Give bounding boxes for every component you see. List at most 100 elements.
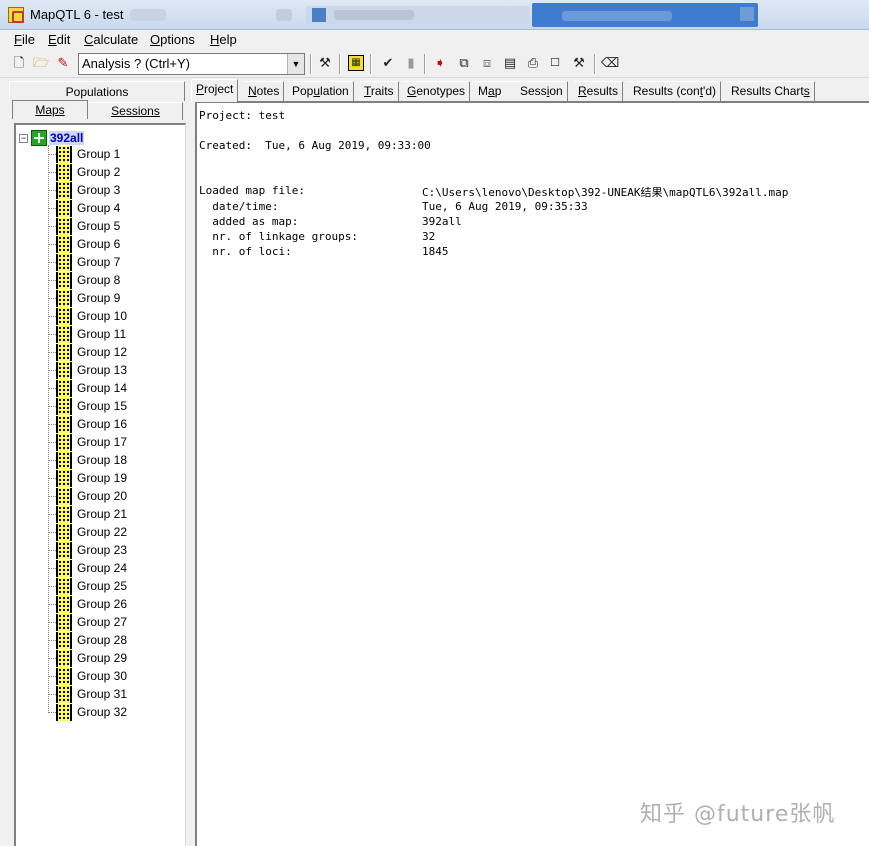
blurred-taskbar-item	[306, 6, 530, 24]
tree-group-item[interactable]: Group 11	[48, 325, 126, 343]
tree-group-item[interactable]: Group 28	[48, 631, 127, 649]
tree-connector	[48, 603, 56, 605]
table-icon[interactable]: ▤	[502, 55, 518, 71]
tree-connector	[48, 495, 56, 497]
tree-connector	[48, 243, 56, 245]
tree-group-item[interactable]: Group 31	[48, 685, 127, 703]
tree-group-label: Group 16	[77, 417, 128, 431]
tree-group-item[interactable]: Group 32	[48, 703, 127, 721]
disabled-tool-icon[interactable]: ▮	[403, 55, 419, 71]
paste-icon[interactable]: ⧈	[479, 55, 495, 71]
tree-group-item[interactable]: Group 14	[48, 379, 127, 397]
tab-populations[interactable]: Populations	[9, 81, 185, 101]
export-icon[interactable]: ➧	[432, 55, 448, 71]
linkage-group-icon	[56, 649, 72, 667]
tree-group-label: Group 19	[77, 471, 128, 485]
tree-group-item[interactable]: Group 20	[48, 487, 127, 505]
analysis-settings-icon[interactable]: ✎	[55, 55, 71, 71]
map-tree[interactable]: − 392all Group 1 Group 2 Group 3 Group 4 Gro…	[14, 123, 186, 846]
tree-group-item[interactable]: Group 18	[48, 451, 127, 469]
title-bar[interactable]: MapQTL 6 - test	[0, 0, 869, 30]
tree-group-item[interactable]: Group 1	[48, 145, 120, 163]
tree-group-item[interactable]: Group 30	[48, 667, 127, 685]
tree-group-label: Group 18	[77, 453, 128, 467]
calculate-icon[interactable]: ▦	[348, 55, 364, 71]
copy-icon[interactable]: ⧉	[456, 55, 472, 71]
tree-group-item[interactable]: Group 23	[48, 541, 127, 559]
menu-help[interactable]: Help	[208, 32, 239, 47]
tree-connector	[48, 477, 56, 479]
open-folder-icon[interactable]: 🗁	[33, 55, 49, 71]
tab-traits[interactable]: Traits	[360, 81, 399, 101]
tree-group-label: Group 27	[77, 615, 128, 629]
tab-notes[interactable]: Notes	[244, 81, 285, 101]
tree-group-item[interactable]: Group 16	[48, 415, 127, 433]
tree-group-item[interactable]: Group 24	[48, 559, 127, 577]
new-file-icon[interactable]: 🗋	[11, 55, 27, 71]
print-icon[interactable]: ⎙	[525, 55, 541, 71]
options-tools-icon[interactable]: ⚒	[571, 55, 587, 71]
tree-group-item[interactable]: Group 25	[48, 577, 127, 595]
project-content[interactable]: Project: test Created: Tue, 6 Aug 2019, …	[195, 101, 869, 846]
tab-population[interactable]: Population	[288, 81, 354, 101]
tree-group-item[interactable]: Group 10	[48, 307, 127, 325]
tab-results-contd[interactable]: Results (cont'd)	[629, 81, 722, 101]
blurred-taskbar-icon	[740, 7, 754, 21]
tree-connector	[48, 333, 56, 335]
menu-edit[interactable]: Edit	[46, 32, 72, 47]
tree-group-item[interactable]: Group 26	[48, 595, 127, 613]
tab-maps[interactable]: Maps	[12, 100, 88, 119]
tree-connector	[48, 441, 56, 443]
tree-group-item[interactable]: Group 17	[48, 433, 127, 451]
tree-group-item[interactable]: Group 9	[48, 289, 120, 307]
linkage-group-icon	[56, 181, 72, 199]
tree-group-item[interactable]: Group 22	[48, 523, 127, 541]
tree-group-item[interactable]: Group 12	[48, 343, 127, 361]
tab-results[interactable]: Results	[574, 81, 624, 101]
menu-calculate[interactable]: Calculate	[82, 32, 140, 47]
eraser-icon[interactable]: ⌫	[601, 55, 619, 71]
tree-group-label: Group 28	[77, 633, 128, 647]
tree-group-item[interactable]: Group 5	[48, 217, 120, 235]
linkage-group-icon	[56, 271, 72, 289]
tree-group-label: Group 29	[77, 651, 128, 665]
tree-group-label: Group 24	[77, 561, 128, 575]
tree-root[interactable]: − 392all	[19, 130, 85, 146]
linkage-group-icon	[56, 613, 72, 631]
hammer-tools-icon[interactable]: ⚒	[317, 55, 333, 71]
tab-map[interactable]: Map	[474, 81, 519, 101]
linkage-group-icon	[56, 163, 72, 181]
tree-group-label: Group 20	[77, 489, 128, 503]
tree-group-item[interactable]: Group 6	[48, 235, 120, 253]
analysis-select[interactable]: Analysis ? (Ctrl+Y) ▼	[78, 53, 305, 75]
chevron-down-icon[interactable]: ▼	[287, 54, 304, 74]
tree-group-item[interactable]: Group 13	[48, 361, 127, 379]
linkage-group-icon	[56, 379, 72, 397]
menu-file[interactable]: File	[12, 32, 37, 47]
tab-genotypes[interactable]: Genotypes	[403, 81, 471, 101]
tab-results-charts[interactable]: Results Charts	[727, 81, 815, 101]
linkage-group-icon	[56, 505, 72, 523]
tree-group-item[interactable]: Group 27	[48, 613, 127, 631]
linkage-group-icon	[56, 451, 72, 469]
tree-group-item[interactable]: Group 21	[48, 505, 127, 523]
tree-group-item[interactable]: Group 15	[48, 397, 127, 415]
tree-group-item[interactable]: Group 2	[48, 163, 120, 181]
tree-group-label: Group 4	[77, 201, 121, 215]
tree-group-item[interactable]: Group 4	[48, 199, 120, 217]
tree-group-item[interactable]: Group 29	[48, 649, 127, 667]
checkmark-icon[interactable]: ✔	[380, 55, 396, 71]
tree-group-item[interactable]: Group 7	[48, 253, 120, 271]
linkage-group-icon	[56, 433, 72, 451]
menu-options[interactable]: Options	[148, 32, 197, 47]
tab-project[interactable]: Project	[191, 79, 239, 102]
tree-connector	[48, 387, 56, 389]
tree-group-label: Group 21	[77, 507, 128, 521]
collapse-icon[interactable]: −	[19, 133, 28, 143]
tree-group-item[interactable]: Group 19	[48, 469, 127, 487]
tab-session[interactable]: Session	[516, 81, 568, 101]
tree-group-item[interactable]: Group 8	[48, 271, 120, 289]
checkbox-icon[interactable]: ☐	[547, 55, 563, 71]
tree-group-item[interactable]: Group 3	[48, 181, 120, 199]
tab-sessions[interactable]: Sessions	[89, 102, 183, 120]
